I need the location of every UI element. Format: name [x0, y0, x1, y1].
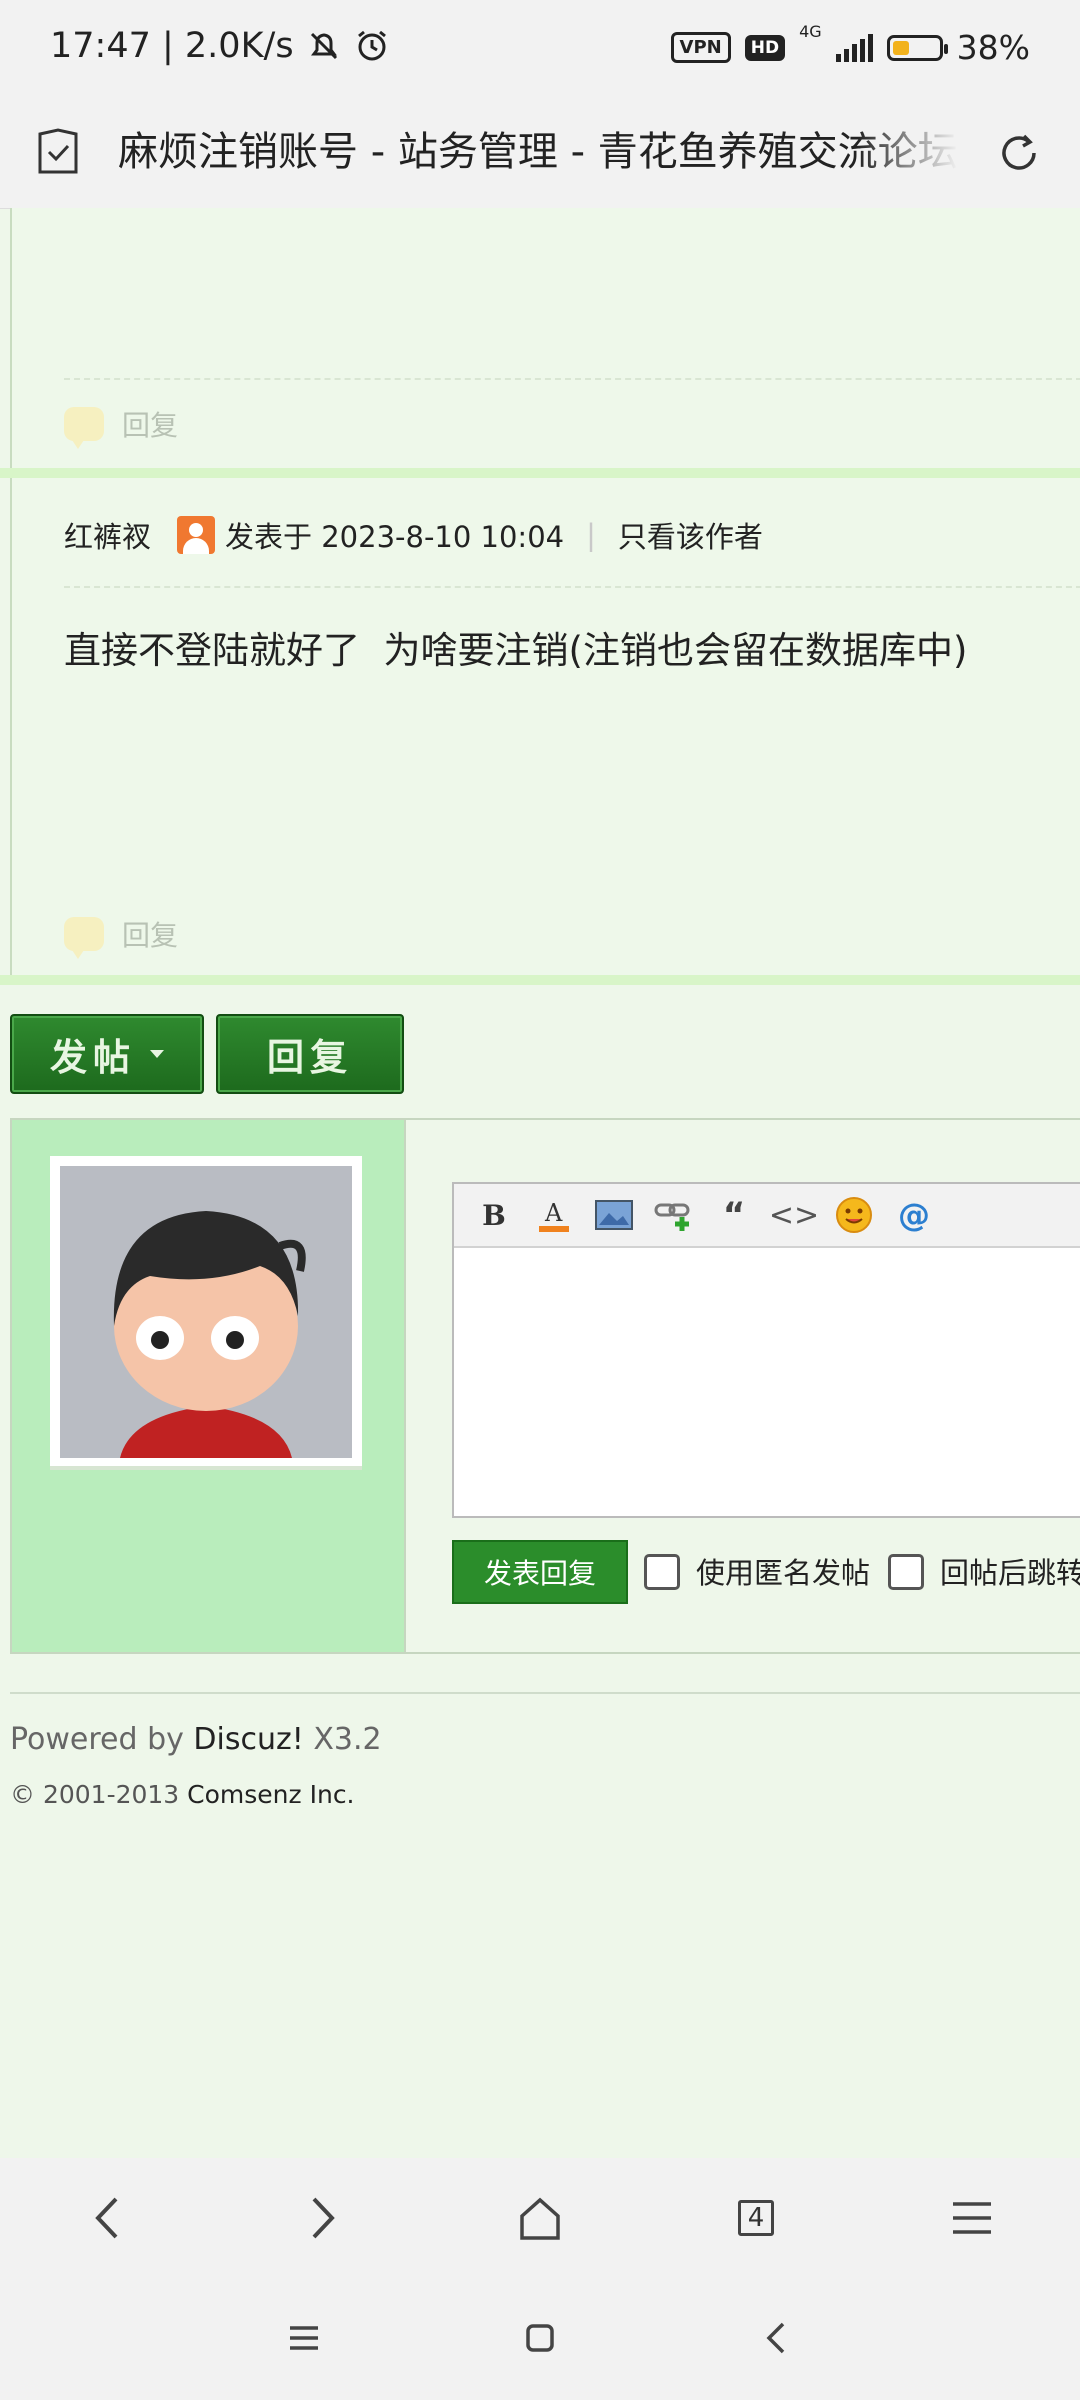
- anonymous-checkbox[interactable]: [644, 1554, 680, 1590]
- powered-by: Powered by Discuz! X3.2: [10, 1722, 382, 1757]
- company-link[interactable]: Comsenz Inc.: [187, 1780, 354, 1809]
- status-time-speed: 17:47 | 2.0K/s: [50, 26, 294, 66]
- image-icon[interactable]: [584, 1192, 644, 1238]
- post-separator: [0, 468, 1080, 478]
- link-icon[interactable]: [644, 1192, 704, 1238]
- menu-icon[interactable]: [942, 2188, 1002, 2248]
- post-content: 直接不登陆就好了 为啥要注销(注销也会留在数据库中): [64, 629, 968, 672]
- only-author-link[interactable]: 只看该作者: [618, 514, 763, 556]
- comment-bubble-icon: [64, 407, 104, 449]
- system-nav-bar: [0, 2278, 1080, 2400]
- divider: [64, 378, 1080, 380]
- recents-icon[interactable]: [274, 2308, 334, 2368]
- anonymous-label: 使用匿名发帖: [696, 1556, 871, 1590]
- browser-title-bar: 麻烦注销账号 - 站务管理 - 青花鱼养殖交流论坛: [0, 100, 1080, 209]
- post-time: 发表于 2023-8-10 10:04: [225, 520, 565, 554]
- svg-text:A: A: [544, 1199, 563, 1227]
- user-icon: [177, 516, 216, 554]
- reply-button[interactable]: 回复: [216, 1014, 404, 1094]
- reply-button-label: 回复: [267, 1036, 353, 1079]
- post-item: 红裤衩 发表于 2023-8-10 10:04 | 只看该作者 直接不登陆就好了…: [10, 478, 1080, 978]
- smiley-icon[interactable]: [824, 1192, 884, 1238]
- bold-icon[interactable]: B: [464, 1192, 524, 1238]
- reply-label: 回复: [122, 409, 179, 442]
- post-header: 红裤衩 发表于 2023-8-10 10:04 | 只看该作者: [64, 514, 763, 556]
- reply-link[interactable]: 回复: [64, 914, 179, 959]
- refresh-icon[interactable]: [994, 128, 1044, 178]
- back-icon[interactable]: [78, 2188, 138, 2248]
- avatar: [50, 1156, 362, 1466]
- post-separator: [0, 975, 1080, 985]
- copyright-prefix: © 2001-2013: [10, 1780, 188, 1809]
- battery-fill: [892, 40, 910, 55]
- reply-editor: B A “ <> @: [452, 1182, 1080, 1518]
- new-post-label: 发帖: [50, 1036, 136, 1079]
- status-bar: 17:47 | 2.0K/s VPN HD 4G 38%: [0, 0, 1080, 100]
- page-title[interactable]: 麻烦注销账号 - 站务管理 - 青花鱼养殖交流论坛: [118, 122, 958, 182]
- network-type: 4G: [799, 22, 822, 41]
- divider: |: [586, 518, 596, 552]
- system-back-icon[interactable]: [746, 2308, 806, 2368]
- author-name[interactable]: 红裤衩: [64, 514, 151, 556]
- powered-version: X3.2: [303, 1722, 382, 1757]
- code-icon[interactable]: <>: [764, 1192, 824, 1238]
- quote-icon[interactable]: “: [704, 1192, 764, 1238]
- reply-textarea[interactable]: [454, 1248, 1080, 1518]
- shield-check-icon[interactable]: [36, 128, 80, 176]
- reply-label: 回复: [122, 919, 179, 952]
- browser-nav-bar: 4: [0, 2158, 1080, 2278]
- post-item: 回复: [10, 208, 1080, 468]
- battery-icon: [886, 34, 948, 61]
- jump-after-checkbox[interactable]: [888, 1554, 924, 1590]
- jump-after-label: 回帖后跳转到最后一页: [940, 1556, 1080, 1590]
- mute-icon: [310, 32, 337, 60]
- discuz-link[interactable]: Discuz!: [193, 1722, 303, 1757]
- new-post-button[interactable]: 发帖: [10, 1014, 204, 1094]
- submit-reply-button[interactable]: 发表回复: [452, 1540, 628, 1604]
- font-color-icon[interactable]: A: [524, 1192, 584, 1238]
- editor-toolbar: B A “ <> @: [454, 1184, 1080, 1248]
- divider: [64, 586, 1080, 588]
- footer-divider: [10, 1692, 1080, 1694]
- tabs-button[interactable]: 4: [726, 2188, 786, 2248]
- copyright: © 2001-2013 Comsenz Inc.: [10, 1780, 355, 1809]
- alarm-icon: [357, 30, 386, 61]
- at-icon[interactable]: @: [884, 1192, 944, 1238]
- forward-icon[interactable]: [292, 2188, 352, 2248]
- battery-percent: 38%: [956, 28, 1030, 67]
- tabs-count: 4: [738, 2200, 774, 2236]
- avatar-image: [60, 1166, 352, 1458]
- hd-badge: HD: [744, 34, 786, 61]
- signal-icon: [835, 33, 873, 62]
- avatar-column: [12, 1120, 406, 1652]
- powered-prefix: Powered by: [10, 1722, 194, 1757]
- vpn-badge: VPN: [670, 32, 731, 63]
- caret-down-icon: [150, 1050, 164, 1058]
- comment-bubble-icon: [64, 917, 104, 959]
- system-home-icon[interactable]: [510, 2308, 570, 2368]
- quick-reply-form: B A “ <> @ 发表回复 使用匿名发帖 回帖后跳转到最后一页: [10, 1118, 1080, 1654]
- home-icon[interactable]: [510, 2188, 570, 2248]
- reply-link[interactable]: 回复: [64, 404, 179, 449]
